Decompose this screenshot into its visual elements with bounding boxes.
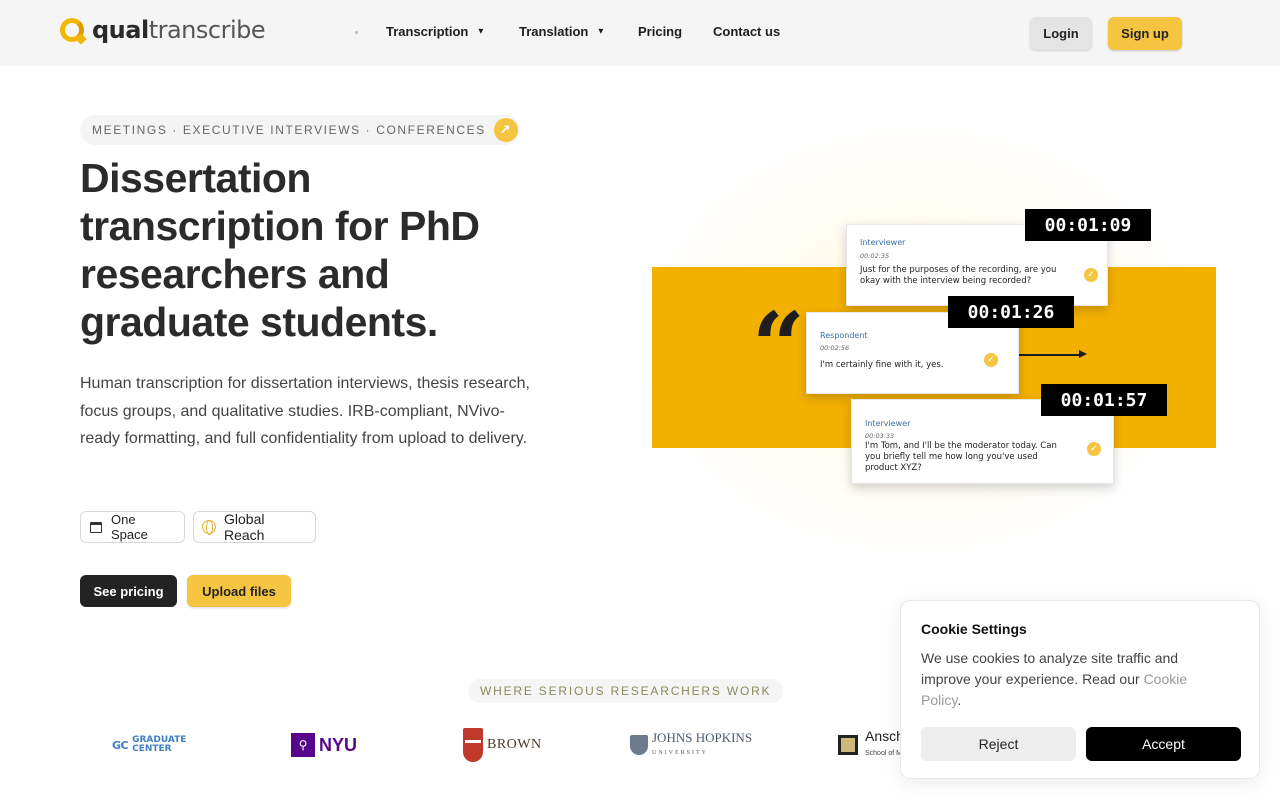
nav-translation[interactable]: Translation ▾ bbox=[519, 24, 603, 39]
logo-graduate-center: GC GRADUATE CENTER bbox=[112, 725, 186, 765]
cookie-text-period: . bbox=[957, 692, 962, 708]
logo-nyu: ⚲ NYU bbox=[291, 725, 357, 765]
nyu-text: NYU bbox=[319, 734, 358, 755]
cookie-title: Cookie Settings bbox=[921, 621, 1027, 637]
nav-translation-label: Translation bbox=[519, 24, 589, 39]
arrow-up-right-icon: ↗ bbox=[493, 118, 518, 142]
cookie-text-body: We use cookies to analyze site traffic a… bbox=[921, 650, 1179, 687]
reject-button[interactable]: Reject bbox=[921, 727, 1076, 761]
transcript-role: Interviewer bbox=[865, 419, 911, 428]
chevron-down-icon: ▾ bbox=[478, 26, 484, 37]
hero-eyebrow[interactable]: MEETINGS · EXECUTIVE INTERVIEWS · CONFER… bbox=[80, 115, 520, 145]
hero-title: Dissertation transcription for PhD resea… bbox=[80, 155, 480, 345]
johns-hopkins-text: JOHNS HOPKINS bbox=[652, 729, 753, 745]
quote-icon: “ bbox=[752, 292, 805, 400]
graduate-center-line2: CENTER bbox=[132, 744, 172, 754]
logo[interactable]: qualtranscribe bbox=[60, 16, 266, 44]
johns-hopkins-shield-icon bbox=[630, 735, 648, 755]
timer-badge: 00:01:57 bbox=[1041, 384, 1167, 416]
login-button[interactable]: Login bbox=[1030, 17, 1092, 50]
see-pricing-button[interactable]: See pricing bbox=[80, 575, 177, 607]
cu-sub: School of M bbox=[865, 750, 902, 757]
accept-button[interactable]: Accept bbox=[1086, 727, 1241, 761]
timer-badge: 00:01:26 bbox=[948, 296, 1074, 328]
hero-eyebrow-text: MEETINGS · EXECUTIVE INTERVIEWS · CONFER… bbox=[92, 123, 486, 137]
badge-global-reach-label: Global Reach bbox=[224, 511, 265, 543]
transcript-timestamp: 00:03:33 bbox=[865, 432, 895, 440]
nav-transcription-label: Transcription bbox=[386, 24, 469, 39]
transcript-role: Interviewer bbox=[860, 238, 906, 247]
cu-mark-icon bbox=[838, 735, 858, 755]
cookie-text: We use cookies to analyze site traffic a… bbox=[921, 648, 1221, 711]
cookie-panel: Cookie Settings We use cookies to analyz… bbox=[900, 600, 1260, 779]
arrow-right-icon bbox=[1079, 350, 1087, 358]
check-icon: ✓ bbox=[984, 353, 998, 367]
nav-contact[interactable]: Contact us bbox=[713, 24, 780, 39]
badge-one-space-label: One Space bbox=[110, 512, 148, 542]
transcript-text: Just for the purposes of the recording, … bbox=[860, 265, 1057, 286]
graduate-center-mark: GC bbox=[112, 738, 129, 752]
check-icon: ✓ bbox=[1087, 442, 1101, 456]
site-header: qualtranscribe Transcription ▾ Translati… bbox=[0, 0, 1280, 66]
johns-hopkins-sub: UNIVERSITY bbox=[652, 749, 708, 756]
trusted-label: WHERE SERIOUS RESEARCHERS WORK bbox=[468, 679, 784, 703]
badge-global-reach: Global Reach bbox=[193, 511, 316, 543]
nav-transcription[interactable]: Transcription ▾ bbox=[386, 24, 483, 39]
logo-mark-icon bbox=[60, 18, 84, 42]
logo-text-bold: qual bbox=[92, 16, 149, 44]
logo-text-light: transcribe bbox=[148, 16, 266, 44]
transcript-role: Respondent bbox=[820, 331, 868, 340]
transcript-timestamp: 00:02:56 bbox=[820, 344, 850, 352]
transcript-text: I'm certainly fine with it, yes. bbox=[820, 360, 944, 370]
hero-description: Human transcription for dissertation int… bbox=[80, 375, 530, 447]
calendar-icon bbox=[89, 520, 103, 534]
chevron-down-icon: ▾ bbox=[598, 26, 604, 37]
upload-files-button[interactable]: Upload files bbox=[187, 575, 291, 607]
logo-brown: BROWN bbox=[463, 725, 542, 765]
logo-johns-hopkins: JOHNS HOPKINS UNIVERSITY bbox=[630, 725, 752, 765]
check-icon: ✓ bbox=[1084, 268, 1098, 282]
nav-pricing[interactable]: Pricing bbox=[638, 24, 682, 39]
nav-contact-label: Contact us bbox=[713, 24, 781, 39]
transcript-text: I'm Tom, and I'll be the moderator today… bbox=[865, 441, 1057, 473]
badge-one-space: One Space bbox=[80, 511, 185, 543]
transcript-timestamp: 00:02:35 bbox=[860, 252, 890, 260]
arrow-line bbox=[1019, 354, 1081, 356]
logo-cu-anschutz: Ansch School of M bbox=[838, 725, 904, 765]
timer-badge: 00:01:09 bbox=[1025, 209, 1151, 241]
globe-icon bbox=[202, 520, 216, 535]
cu-text: Ansch bbox=[865, 728, 904, 744]
brown-shield-icon bbox=[463, 728, 483, 762]
nyu-torch-icon: ⚲ bbox=[291, 733, 315, 757]
nav-pricing-label: Pricing bbox=[638, 24, 683, 39]
nav-separator-dot bbox=[355, 31, 358, 34]
brown-text: BROWN bbox=[487, 737, 542, 752]
signup-button[interactable]: Sign up bbox=[1108, 17, 1182, 50]
